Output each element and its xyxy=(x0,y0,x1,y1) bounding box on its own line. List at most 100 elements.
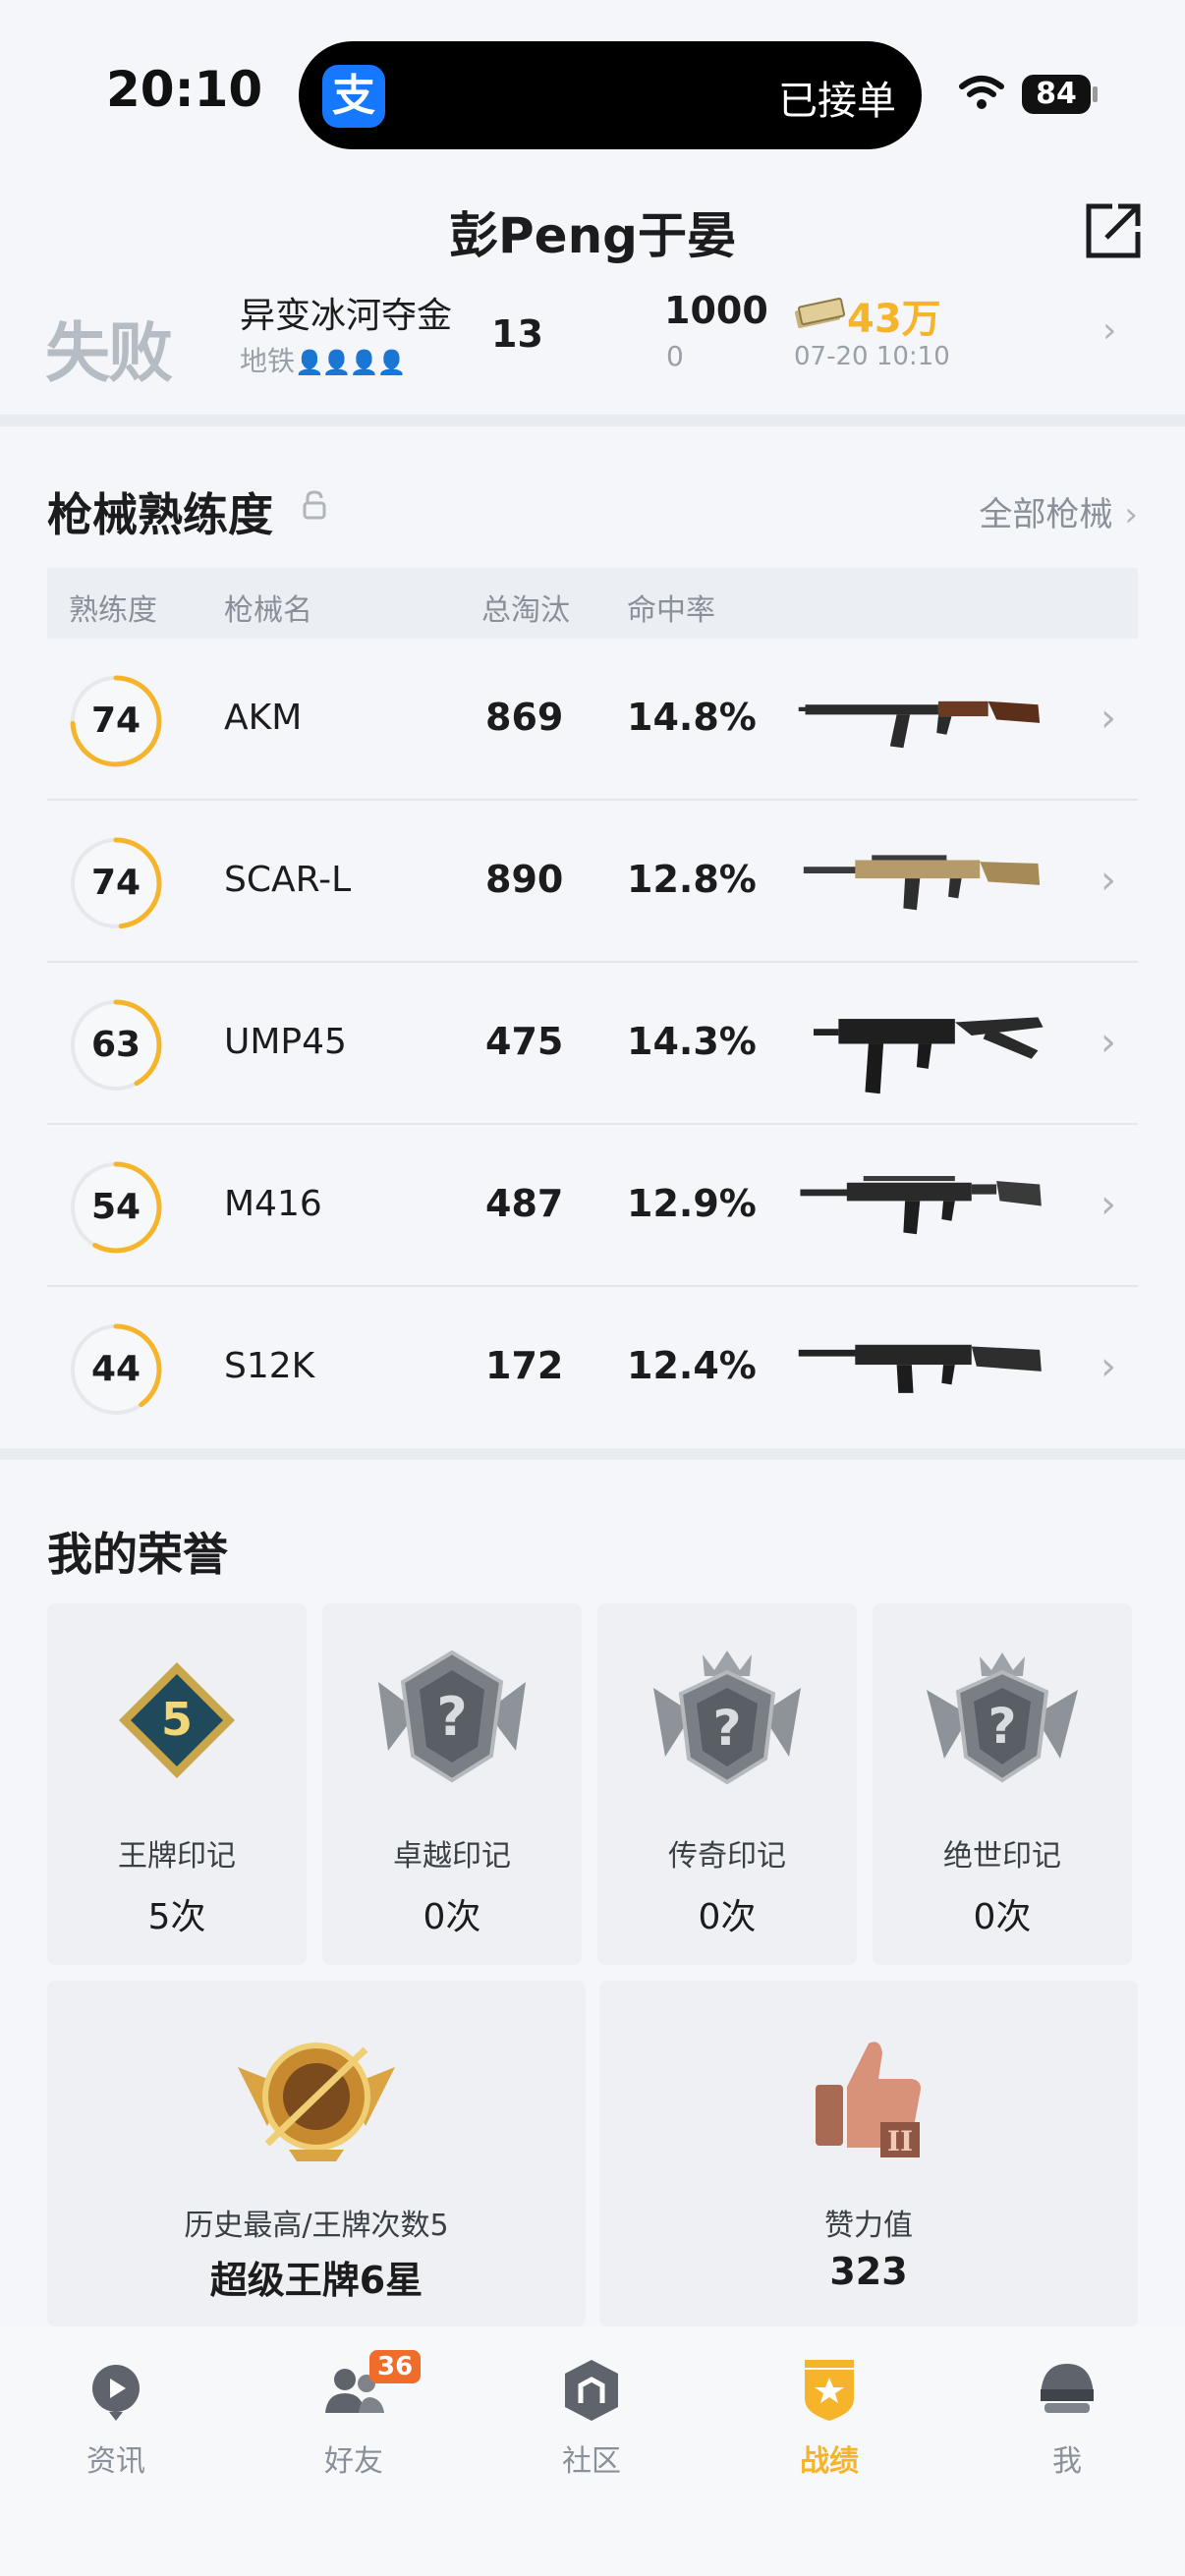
weapon-accuracy: 12.9% xyxy=(627,1182,757,1225)
tab-records[interactable]: 战绩 xyxy=(751,2356,908,2503)
lock-icon xyxy=(303,490,326,520)
chevron-right-icon: › xyxy=(1100,696,1116,741)
thumbs-up-icon: II xyxy=(816,2042,921,2157)
weapon-accuracy: 14.3% xyxy=(627,1020,757,1063)
match-money: 43万 xyxy=(847,297,941,342)
likes-card[interactable]: II 赞力值 323 xyxy=(599,1981,1138,2326)
honor-count: 0次 xyxy=(973,1897,1032,1937)
honor-section-title: 我的荣誉 xyxy=(47,1528,228,1581)
match-result: 失败 xyxy=(45,315,173,391)
highest-tier-value: 超级王牌6星 xyxy=(209,2259,423,2302)
honor-card-ace[interactable]: 5 王牌印记 5次 xyxy=(47,1603,307,1965)
status-bar: 20:10 支 已接单 84 xyxy=(0,0,1185,177)
match-rank: 13 xyxy=(491,312,543,356)
tab-news[interactable]: 资讯 xyxy=(37,2356,195,2503)
weapon-name: UMP45 xyxy=(224,1022,347,1062)
match-time: 07-20 10:10 xyxy=(794,342,950,371)
wifi-icon xyxy=(959,76,1004,109)
tab-label: 好友 xyxy=(324,2444,383,2479)
proficiency-ring: 44 xyxy=(69,1322,163,1417)
honor-count: 5次 xyxy=(147,1897,206,1937)
svg-text:II: II xyxy=(887,2125,913,2157)
share-icon[interactable] xyxy=(1083,200,1144,261)
honor-label: 绝世印记 xyxy=(943,1839,1061,1874)
helmet-icon xyxy=(1041,2364,1094,2413)
honor-card-legend[interactable]: ? 传奇印记 0次 xyxy=(597,1603,857,1965)
section-divider xyxy=(0,1448,1185,1460)
svg-text:?: ? xyxy=(436,1686,467,1748)
match-mode: 异变冰河夺金 xyxy=(240,296,453,336)
battery-indicator: 84 xyxy=(1022,75,1091,114)
bottom-tab-bar: 资讯 36 好友 社区 战绩 我 xyxy=(0,2326,1185,2576)
weapon-image xyxy=(800,1176,1042,1235)
honor-label: 传奇印记 xyxy=(668,1839,786,1874)
weapon-section-title: 枪械熟练度 xyxy=(47,488,273,541)
tab-friends[interactable]: 36 好友 xyxy=(275,2350,432,2503)
weapon-kills: 869 xyxy=(485,696,564,739)
col-weapon-name: 枪械名 xyxy=(224,593,312,628)
all-weapons-label: 全部枪械 xyxy=(979,495,1113,534)
chevron-right-icon: › xyxy=(1100,1344,1116,1389)
svg-text:?: ? xyxy=(988,1698,1016,1755)
match-score-change: 0 xyxy=(666,340,684,372)
likes-value: 323 xyxy=(829,2250,908,2293)
match-map-name: 地铁 xyxy=(240,345,296,377)
weapon-row[interactable]: 74 AKM 869 14.8% › xyxy=(47,639,1138,801)
honor-card-peerless[interactable]: ? 绝世印记 0次 xyxy=(873,1603,1132,1965)
money-stack-icon xyxy=(794,297,845,328)
status-time: 20:10 xyxy=(106,61,263,118)
dynamic-island[interactable]: 支 已接单 xyxy=(299,41,922,149)
proficiency-ring: 74 xyxy=(69,674,163,768)
weapon-name: M416 xyxy=(224,1184,322,1224)
proficiency-ring: 54 xyxy=(69,1160,163,1255)
weapon-image xyxy=(798,1344,1042,1393)
chevron-right-icon: › xyxy=(1102,310,1117,351)
weapon-row[interactable]: 44 S12K 172 12.4% › xyxy=(47,1287,1138,1449)
tab-me[interactable]: 我 xyxy=(988,2356,1146,2503)
weapon-kills: 172 xyxy=(485,1344,564,1387)
proficiency-ring: 63 xyxy=(69,998,163,1092)
alipay-icon: 支 xyxy=(322,65,385,128)
last-match-row[interactable]: 失败 异变冰河夺金 地铁👤👤👤👤 13 1000 0 43万 07-20 10:… xyxy=(0,275,1185,413)
proficiency-level: 74 xyxy=(90,863,141,903)
chevron-right-icon: › xyxy=(1100,1020,1116,1065)
tab-community[interactable]: 社区 xyxy=(513,2356,670,2503)
weapon-accuracy: 14.8% xyxy=(627,696,757,739)
highest-tier-card[interactable]: 历史最高/王牌次数5 超级王牌6星 xyxy=(47,1981,586,2326)
team-size-icon: 👤👤👤👤 xyxy=(295,349,407,376)
match-score: 1000 xyxy=(664,289,768,332)
weapon-name: S12K xyxy=(224,1346,315,1386)
weapon-image xyxy=(798,700,1041,749)
col-total-kills: 总淘汰 xyxy=(481,593,570,628)
proficiency-level: 54 xyxy=(90,1187,141,1227)
honor-label: 卓越印记 xyxy=(393,1839,511,1874)
proficiency-ring: 74 xyxy=(69,836,163,930)
page: 20:10 支 已接单 84 彭Peng于晏 失败 异变冰河夺金 地铁👤👤👤👤 … xyxy=(0,0,1185,2576)
col-proficiency: 熟练度 xyxy=(69,593,157,628)
locked-mark-icon: ? xyxy=(653,1651,801,1785)
likes-label: 赞力值 xyxy=(824,2209,913,2243)
match-map: 地铁👤👤👤👤 xyxy=(240,340,407,379)
weapon-row[interactable]: 63 UMP45 475 14.3% › xyxy=(47,963,1138,1125)
col-accuracy: 命中率 xyxy=(627,593,715,628)
honor-label: 王牌印记 xyxy=(118,1839,236,1874)
chevron-right-icon: › xyxy=(1100,858,1116,903)
weapon-row[interactable]: 54 M416 487 12.9% › xyxy=(47,1125,1138,1287)
tab-label: 我 xyxy=(1052,2444,1082,2479)
island-status-text: 已接单 xyxy=(778,79,896,124)
community-icon xyxy=(565,2360,618,2421)
honor-card-excellent[interactable]: ? 卓越印记 0次 xyxy=(322,1603,582,1965)
records-shield-icon xyxy=(805,2360,854,2421)
news-icon xyxy=(92,2365,140,2421)
proficiency-level: 74 xyxy=(90,700,141,741)
ace-tier-emblem-icon xyxy=(238,2043,395,2161)
weapon-kills: 487 xyxy=(485,1182,564,1225)
all-weapons-link[interactable]: 全部枪械 › xyxy=(979,487,1138,535)
weapon-kills: 475 xyxy=(485,1020,564,1063)
weapon-row[interactable]: 74 SCAR-L 890 12.8% › xyxy=(47,801,1138,963)
chevron-right-icon: › xyxy=(1100,1182,1116,1227)
svg-text:?: ? xyxy=(712,1700,741,1757)
weapon-name: AKM xyxy=(224,698,303,738)
ace-mark-icon: 5 xyxy=(119,1662,235,1778)
weapon-name: SCAR-L xyxy=(224,860,352,900)
